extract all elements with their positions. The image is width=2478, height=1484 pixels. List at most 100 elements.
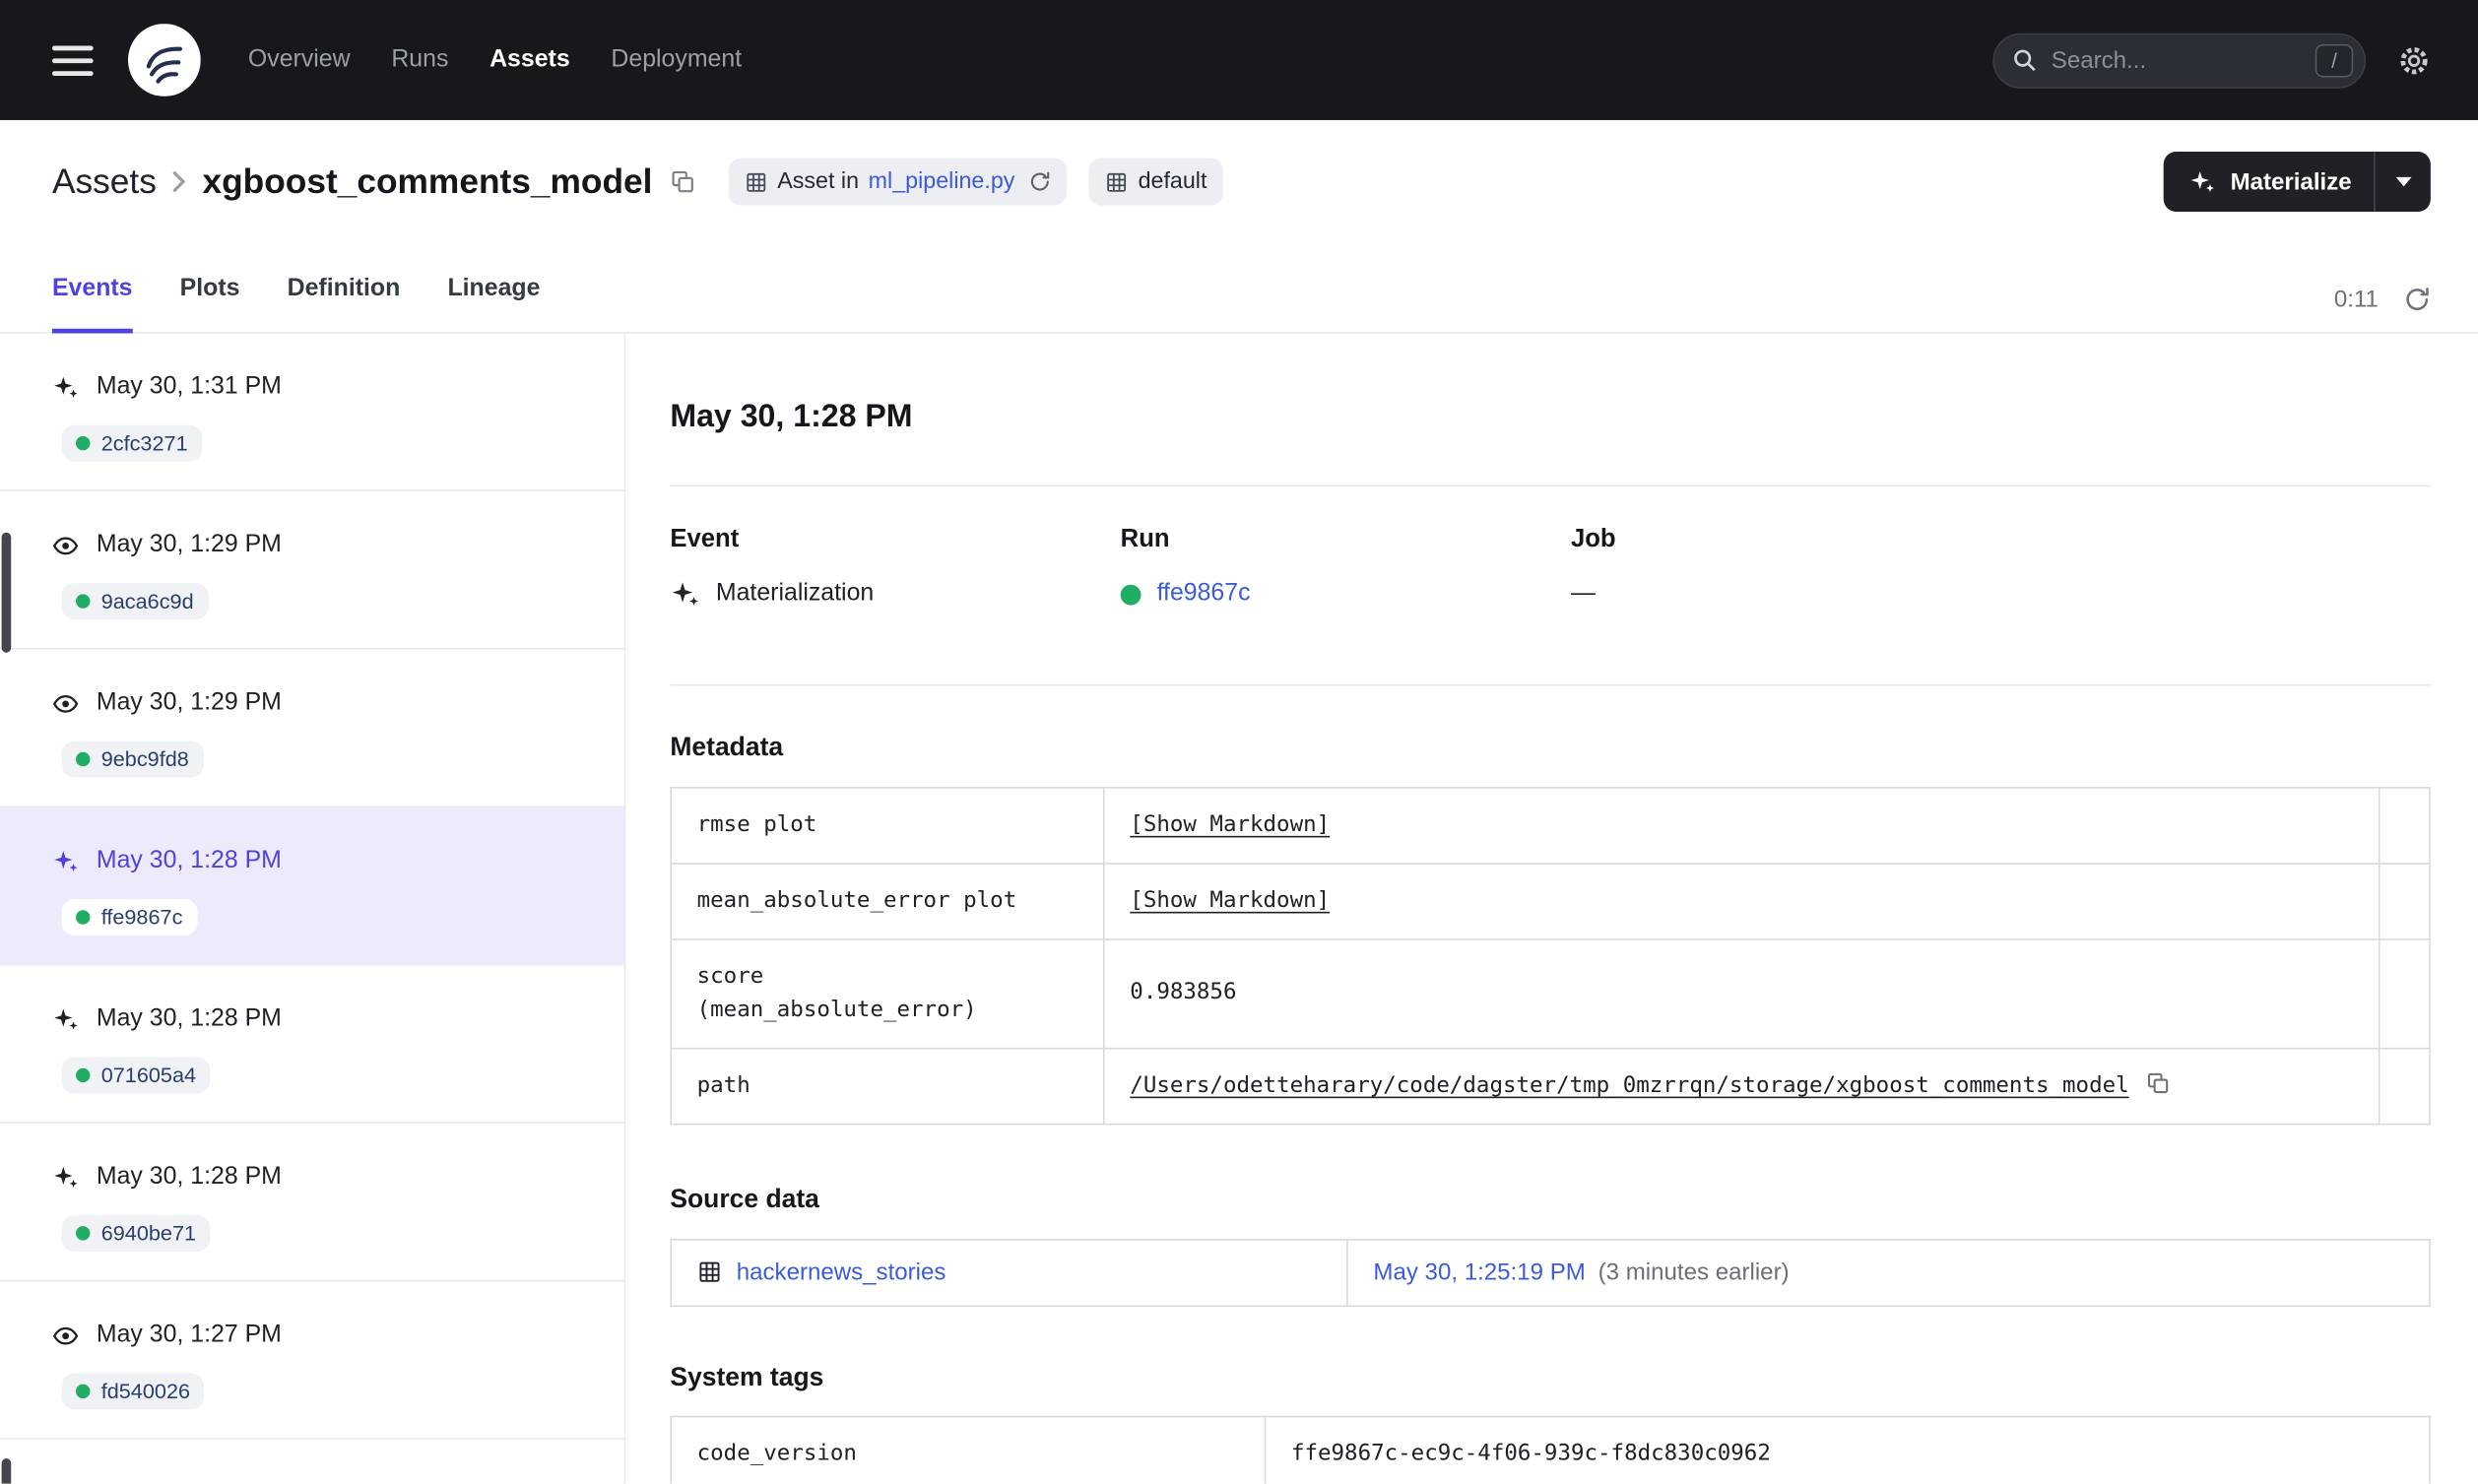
asset-file-link[interactable]: ml_pipeline.py <box>869 169 1015 195</box>
source-data-row: hackernews_stories May 30, 1:25:19 PM (3 … <box>670 1238 2431 1307</box>
run-id: 6940be71 <box>100 1221 197 1246</box>
materialize-split-button: Materialize <box>2164 152 2431 213</box>
event-date: May 30, 1:31 PM <box>96 372 282 400</box>
chevron-down-icon <box>2394 176 2411 187</box>
run-status-dot <box>76 594 91 609</box>
asset-grid-icon <box>697 1259 723 1285</box>
metadata-row: path /Users/odetteharary/code/dagster/tm… <box>670 1047 2431 1125</box>
asset-header: Assets xgboost_comments_model Asset in m… <box>0 120 2478 250</box>
run-tag[interactable]: 071605a4 <box>61 1057 211 1094</box>
metadata-key: path <box>670 1047 1105 1125</box>
event-list-item[interactable]: May 30, 1:29 PM 9ebc9fd8 <box>0 649 624 807</box>
event-date: May 30, 1:28 PM <box>96 1162 282 1191</box>
nav-overview[interactable]: Overview <box>248 46 351 75</box>
show-markdown-link[interactable]: [Show Markdown] <box>1130 887 1330 913</box>
source-timestamp-note: (3 minutes earlier) <box>1598 1258 1790 1286</box>
job-column: Job — <box>1571 525 2021 611</box>
event-date: May 30, 1:28 PM <box>96 847 282 874</box>
event-date: May 30, 1:27 PM <box>96 1321 282 1348</box>
tab-plots[interactable]: Plots <box>180 250 240 334</box>
path-link[interactable]: /Users/odetteharary/code/dagster/tmp_0mz… <box>1130 1072 2128 1098</box>
event-list-item[interactable]: May 30, 1:28 PM 6940be71 <box>0 1124 624 1282</box>
metadata-key: mean_absolute_error plot <box>670 862 1105 940</box>
refresh-timer: 0:11 <box>2333 286 2379 313</box>
nav-assets[interactable]: Assets <box>489 46 570 75</box>
search-input[interactable]: Search... / <box>1992 32 2367 89</box>
materialization-icon <box>52 848 79 874</box>
event-summary: Event Materialization Run ffe9867c Job — <box>670 525 2431 611</box>
copy-asset-name-button[interactable] <box>669 167 697 196</box>
event-list-item[interactable]: May 30, 1:28 PM 071605a4 <box>0 965 624 1124</box>
breadcrumb-chevron-icon <box>172 170 186 192</box>
source-data-table: hackernews_stories May 30, 1:25:19 PM (3 … <box>670 1238 2431 1307</box>
group-tag-label: default <box>1138 168 1207 195</box>
scrollbar-thumb[interactable] <box>1 532 12 653</box>
run-tag[interactable]: ffe9867c <box>61 899 197 936</box>
metadata-value: 0.983856 <box>1130 980 1237 1005</box>
show-markdown-link[interactable]: [Show Markdown] <box>1130 811 1330 837</box>
gear-icon <box>2397 43 2431 77</box>
materialization-icon <box>52 1164 79 1191</box>
divider <box>670 683 2431 686</box>
run-status-dot <box>76 1067 91 1083</box>
materialize-dropdown-button[interactable] <box>2374 152 2431 213</box>
materialization-icon <box>52 1005 79 1032</box>
group-grid-icon <box>1105 169 1129 193</box>
group-tag[interactable]: default <box>1088 158 1223 206</box>
event-list-item[interactable]: May 30, 1:29 PM 9aca6c9d <box>0 491 624 650</box>
run-id: 9ebc9fd8 <box>100 746 189 772</box>
event-date: May 30, 1:28 PM <box>96 1004 282 1032</box>
system-tags-table: code_version ffe9867c-ec9c-4f06-939c-f8d… <box>670 1416 2431 1484</box>
system-tag-row: code_version ffe9867c-ec9c-4f06-939c-f8d… <box>670 1416 2431 1484</box>
top-nav: Overview Runs Assets Deployment Search..… <box>0 0 2478 120</box>
run-tag[interactable]: 9aca6c9d <box>61 583 209 620</box>
event-list-item[interactable]: May 30, 1:31 PM 2cfc3271 <box>0 334 624 492</box>
run-tag[interactable]: fd540026 <box>61 1373 205 1410</box>
reload-location-button[interactable] <box>1029 170 1051 192</box>
tab-lineage[interactable]: Lineage <box>447 250 540 334</box>
search-placeholder: Search... <box>2051 46 2147 74</box>
run-tag[interactable]: 2cfc3271 <box>61 424 203 462</box>
copy-path-button[interactable] <box>2145 1069 2172 1096</box>
metadata-action-cell <box>2378 1047 2431 1125</box>
page-title: xgboost_comments_model <box>202 161 653 201</box>
source-data-heading: Source data <box>670 1184 819 1213</box>
run-id: fd540026 <box>100 1379 191 1403</box>
system-tag-key: code_version <box>670 1416 1267 1484</box>
materialize-button[interactable]: Materialize <box>2164 152 2374 212</box>
run-link[interactable]: ffe9867c <box>1157 578 1251 610</box>
event-list-item-selected[interactable]: May 30, 1:28 PM ffe9867c <box>0 807 624 966</box>
nav-runs[interactable]: Runs <box>391 46 448 75</box>
materialize-label: Materialize <box>2230 167 2352 196</box>
source-timestamp-link[interactable]: May 30, 1:25:19 PM <box>1373 1258 1585 1285</box>
main-nav: Overview Runs Assets Deployment <box>248 46 742 75</box>
event-label: Event <box>670 526 740 553</box>
run-status-dot <box>76 1384 91 1399</box>
event-date: May 30, 1:29 PM <box>96 688 282 716</box>
tab-events[interactable]: Events <box>51 250 133 334</box>
refresh-meta: 0:11 <box>2334 286 2431 332</box>
metadata-action-cell <box>2378 937 2431 1049</box>
materialization-icon <box>670 579 699 609</box>
system-tags-heading: System tags <box>670 1363 824 1392</box>
event-date: May 30, 1:29 PM <box>96 531 282 558</box>
asset-tabs: Events Plots Definition Lineage 0:11 <box>0 250 2478 334</box>
tab-definition[interactable]: Definition <box>288 250 401 334</box>
settings-button[interactable] <box>2397 43 2431 77</box>
job-label: Job <box>1570 526 1616 553</box>
nav-deployment[interactable]: Deployment <box>611 46 742 75</box>
scrollbar-thumb[interactable] <box>1 1458 12 1484</box>
breadcrumb-assets-link[interactable]: Assets <box>52 161 157 203</box>
source-asset-link[interactable]: hackernews_stories <box>737 1258 946 1285</box>
observation-eye-icon <box>52 532 79 558</box>
menu-button[interactable] <box>51 44 94 76</box>
refresh-button[interactable] <box>2404 286 2431 312</box>
run-tag[interactable]: 6940be71 <box>61 1214 211 1252</box>
metadata-row: mean_absolute_error plot [Show Markdown] <box>670 862 2431 940</box>
event-detail-title: May 30, 1:28 PM <box>670 399 913 435</box>
asset-grid-icon <box>745 169 768 193</box>
run-tag[interactable]: 9ebc9fd8 <box>61 741 204 778</box>
event-list-item[interactable]: May 30, 1:27 PM fd540026 <box>0 1281 624 1440</box>
materialization-icon <box>52 373 79 400</box>
search-icon <box>2010 46 2039 75</box>
